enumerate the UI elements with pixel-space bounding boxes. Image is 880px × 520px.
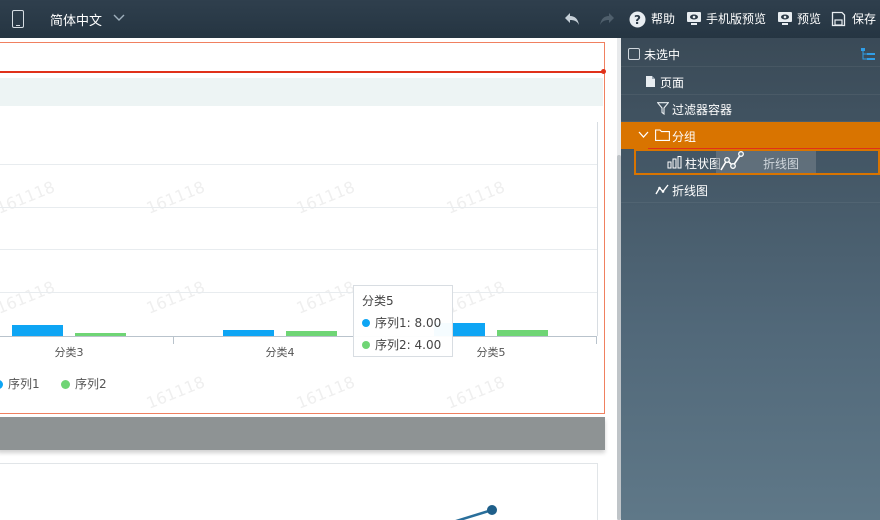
checkbox[interactable] <box>628 48 640 60</box>
design-canvas[interactable]: 161118 161118 161118 161118 161118 16111… <box>0 38 617 520</box>
bar-series2-cat5[interactable] <box>497 330 548 336</box>
line-point[interactable] <box>487 505 497 515</box>
group-widget-header[interactable] <box>0 417 605 450</box>
tooltip-value: 4.00 <box>414 338 442 352</box>
tree-row-group[interactable]: 分组 <box>621 122 880 149</box>
undo-icon[interactable] <box>563 11 581 27</box>
tree-label: 过滤器容器 <box>672 103 733 117</box>
component-tree-panel: 未选中 页面 过滤器容器 分组 柱状图 折线图 折线图 <box>621 38 880 520</box>
page-icon <box>646 76 655 87</box>
gridline <box>0 292 597 293</box>
gridline <box>0 249 597 250</box>
tooltip-row: 序列1: 8.00 <box>362 314 444 331</box>
tree-label: 未选中 <box>644 48 681 62</box>
tree-label: 分组 <box>672 130 697 144</box>
monitor-eye-icon[interactable] <box>686 11 702 27</box>
filter-icon <box>657 102 669 115</box>
svg-text:?: ? <box>634 13 641 27</box>
bar-series2-cat3[interactable] <box>75 333 126 336</box>
x-tick-label: 分类3 <box>54 346 84 359</box>
gridline <box>0 164 597 165</box>
line-chart-icon <box>655 184 669 195</box>
redo-icon[interactable] <box>598 11 616 27</box>
tooltip-series: 序列2 <box>375 338 407 352</box>
tooltip-row: 序列2: 4.00 <box>362 336 444 353</box>
line-chart-svg <box>455 505 497 520</box>
tooltip-title: 分类5 <box>362 294 394 308</box>
tooltip-colon: : <box>406 316 415 330</box>
tree-row-filter-container[interactable]: 过滤器容器 <box>621 95 880 122</box>
legend-dot <box>0 380 3 389</box>
tooltip-series: 序列1 <box>375 316 407 330</box>
mobile-preview-button[interactable]: 手机版预览 <box>706 10 766 27</box>
chart-tooltip: 分类5 序列1: 8.00 序列2: 4.00 <box>353 285 453 357</box>
tooltip-value: 8.00 <box>414 316 442 330</box>
top-toolbar: 简体中文 ? 帮助 手机版预览 预览 保存 <box>0 0 880 38</box>
bar-chart-plot-area[interactable] <box>0 122 598 336</box>
legend-label: 序列2 <box>75 377 107 391</box>
legend-item-series2[interactable]: 序列2 <box>61 375 107 392</box>
save-button[interactable]: 保存 <box>852 10 876 27</box>
tree-row-line-chart[interactable]: 折线图 <box>621 176 880 203</box>
drop-indicator-dot <box>601 69 606 74</box>
preview-eye-icon[interactable] <box>777 11 793 27</box>
row-separator <box>621 66 880 67</box>
line-chart-drag-icon <box>720 151 744 171</box>
chevron-down-icon[interactable] <box>638 130 649 140</box>
legend-item-series1[interactable]: 序列1 <box>0 375 40 392</box>
mobile-device-icon[interactable] <box>12 10 24 28</box>
x-tick-label: 分类4 <box>265 346 295 359</box>
help-icon[interactable]: ? <box>629 11 646 28</box>
tooltip-dot <box>362 341 370 349</box>
drop-indicator-line <box>0 71 604 73</box>
tooltip-dot <box>362 319 370 327</box>
x-axis-tick <box>596 336 597 344</box>
bar-chart-icon <box>667 156 682 169</box>
folder-icon <box>655 129 670 141</box>
legend-dot <box>61 380 70 389</box>
line-chart-widget[interactable] <box>0 463 598 520</box>
bar-series1-cat3[interactable] <box>12 325 63 336</box>
tree-label: 页面 <box>660 76 685 90</box>
drag-ghost-label: 折线图 <box>763 157 800 171</box>
gridline <box>0 207 597 208</box>
widget-title-band <box>0 78 603 106</box>
chevron-down-icon[interactable] <box>111 9 127 25</box>
tooltip-colon: : <box>406 338 415 352</box>
bar-series1-cat4[interactable] <box>223 330 274 336</box>
tree-structure-icon[interactable] <box>861 48 875 61</box>
x-axis <box>0 336 597 337</box>
tree-row-page[interactable]: 页面 <box>621 68 880 95</box>
tree-row-unselected[interactable]: 未选中 <box>621 40 880 67</box>
save-icon[interactable] <box>831 11 846 27</box>
tree-label: 折线图 <box>672 184 709 198</box>
help-button[interactable]: 帮助 <box>651 10 675 27</box>
preview-button[interactable]: 预览 <box>797 10 821 27</box>
x-axis-tick <box>173 336 174 344</box>
x-tick-label: 分类5 <box>476 346 506 359</box>
line-series <box>455 508 493 520</box>
legend-label: 序列1 <box>8 377 40 391</box>
row-separator <box>621 202 880 203</box>
bar-series2-cat4[interactable] <box>286 331 337 336</box>
language-selector[interactable]: 简体中文 <box>50 10 102 29</box>
